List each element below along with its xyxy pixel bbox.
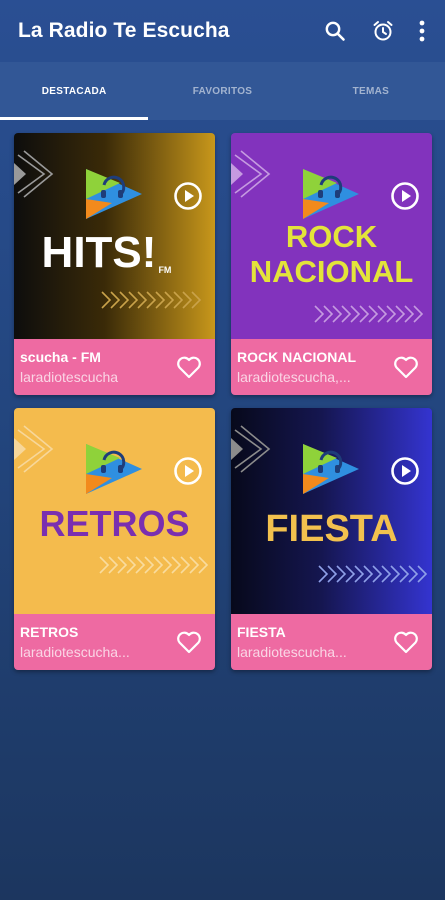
radio-logo-icon [86, 169, 142, 219]
station-name: RETROS [20, 624, 79, 640]
alarm-button[interactable] [359, 7, 407, 55]
tab-label: FAVORITOS [192, 85, 253, 97]
heart-icon[interactable] [175, 628, 203, 656]
arrows-decoration-icon [99, 556, 209, 574]
search-button[interactable] [311, 7, 359, 55]
radio-logo-icon [303, 444, 359, 494]
play-icon[interactable] [390, 456, 420, 486]
tab-label: TEMAS [352, 85, 390, 97]
tab-favoritos[interactable]: FAVORITOS [148, 62, 296, 120]
station-name: ROCK NACIONAL [237, 349, 356, 365]
station-cover: HITS! FM [14, 133, 215, 339]
radio-logo-icon [86, 444, 142, 494]
station-cover: FIESTA [231, 408, 432, 614]
station-name: FIESTA [237, 624, 286, 640]
app-title: La Radio Te Escucha [18, 19, 230, 42]
arrows-decoration-icon [101, 291, 202, 309]
play-icon[interactable] [173, 181, 203, 211]
tab-temas[interactable]: TEMAS [297, 62, 445, 120]
chevron-decoration-icon [231, 150, 271, 198]
search-icon [325, 21, 345, 41]
arrows-decoration-icon [314, 305, 424, 323]
cover-line1: RETROS [39, 503, 190, 544]
play-icon[interactable] [390, 181, 420, 211]
cover-badge: FM [158, 265, 172, 275]
station-card[interactable]: ROCK NACIONAL ROCK NACIONAL laradiotescu… [231, 133, 432, 395]
cover-title: HITS! FM [14, 231, 207, 275]
station-info: FIESTA laradiotescucha... [231, 614, 432, 670]
more-vert-icon [419, 20, 425, 42]
heart-icon[interactable] [392, 353, 420, 381]
alarm-clock-icon [373, 21, 393, 41]
app-bar-actions [311, 0, 437, 62]
station-card[interactable]: FIESTA FIESTA laradiotescucha... [231, 408, 432, 670]
cover-line1: FIESTA [265, 508, 398, 550]
station-info: scucha - FM laradiotescucha [14, 339, 215, 395]
tab-label: DESTACADA [41, 85, 107, 97]
station-subtitle: laradiotescucha,... [237, 369, 351, 385]
chevron-decoration-icon [231, 425, 271, 473]
app-bar: La Radio Te Escucha [0, 0, 445, 62]
station-info: RETROS laradiotescucha... [14, 614, 215, 670]
station-info: ROCK NACIONAL laradiotescucha,... [231, 339, 432, 395]
cover-line2: NACIONAL [249, 254, 414, 289]
cover-line1: ROCK [285, 219, 378, 254]
radio-logo-icon [303, 169, 359, 219]
station-cover: ROCK NACIONAL [231, 133, 432, 339]
chevron-decoration-icon [14, 425, 54, 473]
tab-destacada[interactable]: DESTACADA [0, 62, 149, 120]
heart-icon[interactable] [392, 628, 420, 656]
station-subtitle: laradiotescucha [20, 369, 119, 385]
chevron-decoration-icon [14, 150, 54, 198]
tab-bar: DESTACADA FAVORITOS TEMAS [0, 62, 445, 120]
station-cover: RETROS [14, 408, 215, 614]
station-card[interactable]: HITS! FM scucha - FM laradiotescucha [14, 133, 215, 395]
overflow-menu-button[interactable] [407, 7, 437, 55]
cover-line1: HITS! [41, 228, 157, 277]
station-subtitle: laradiotescucha... [20, 644, 130, 660]
heart-icon[interactable] [175, 353, 203, 381]
station-subtitle: laradiotescucha... [237, 644, 347, 660]
station-name: scucha - FM [20, 349, 101, 365]
station-card[interactable]: RETROS RETROS laradiotescucha... [14, 408, 215, 670]
arrows-decoration-icon [318, 565, 428, 583]
play-icon[interactable] [173, 456, 203, 486]
